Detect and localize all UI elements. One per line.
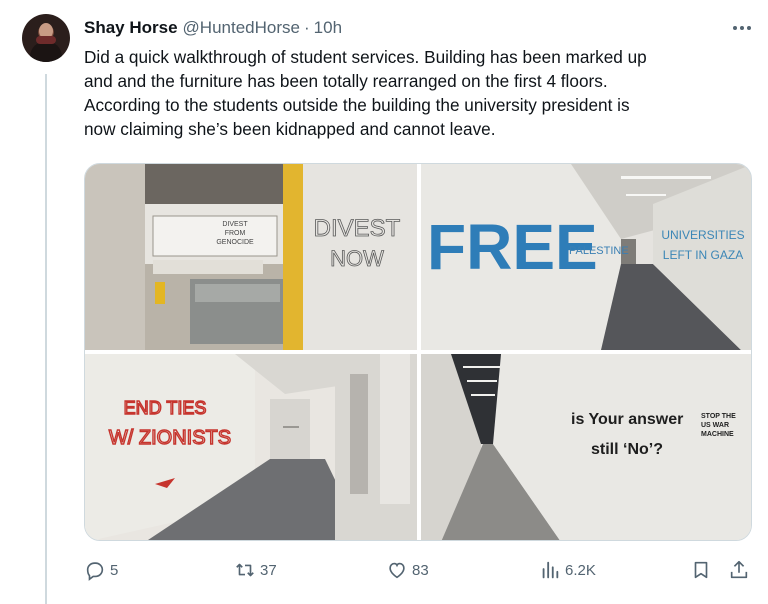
bookmark-icon	[694, 561, 708, 579]
graffiti-universities: UNIVERSITIES	[661, 228, 744, 242]
share-button[interactable]	[728, 556, 754, 584]
retweet-icon	[236, 563, 254, 577]
share-icon	[730, 560, 748, 579]
reply-icon	[86, 562, 104, 581]
stencil-line-2: US WAR	[701, 422, 729, 429]
bookmark-button[interactable]	[690, 556, 716, 584]
photo-divest-now[interactable]: DIVEST NOW DIVEST FROM GENOCIDE	[85, 164, 417, 350]
photo-end-ties[interactable]: END TIES W/ ZIONISTS	[85, 354, 417, 540]
stencil-line-3: MACHINE	[701, 431, 734, 438]
more-icon[interactable]	[730, 18, 754, 38]
tweet-header: Shay Horse @HuntedHorse · 10h	[84, 16, 342, 40]
photo-free-palestine[interactable]: FREE PALESTINE UNIVERSITIES LEFT IN GAZA	[421, 164, 751, 350]
like-icon	[389, 562, 405, 579]
author-handle[interactable]: @HuntedHorse	[183, 18, 300, 38]
tweet-text-line: According to the students outside the bu…	[84, 95, 630, 115]
graffiti-is-your-answer: is Your answer	[571, 411, 683, 428]
separator-dot: ·	[303, 18, 310, 37]
views-icon	[542, 561, 559, 579]
media-grid: DIVEST NOW DIVEST FROM GENOCIDE FREE PAL…	[84, 163, 752, 541]
graffiti-still-no: still ‘No’?	[591, 441, 663, 458]
reply-count: 5	[110, 561, 119, 579]
stencil-line-1: STOP THE	[701, 413, 736, 420]
author-name[interactable]: Shay Horse	[84, 18, 178, 38]
tweet-text-line: Did a quick walkthrough of student servi…	[84, 47, 647, 67]
tweet-text-line: now claiming she’s been kidnapped and ca…	[84, 119, 496, 139]
timestamp[interactable]: 10h	[314, 18, 342, 38]
graffiti-small-3: GENOCIDE	[216, 239, 254, 246]
view-count: 6.2K	[565, 561, 596, 579]
graffiti-end-ties: END TIES	[124, 398, 207, 418]
thread-line	[45, 74, 47, 604]
reply-button[interactable]: 5	[84, 556, 118, 584]
action-bar: 5 37 83 6.2K	[84, 556, 756, 584]
graffiti-small-1: DIVEST	[222, 221, 248, 228]
views-button[interactable]: 6.2K	[539, 556, 596, 584]
retweet-button[interactable]: 37	[234, 556, 277, 584]
photo-is-your-answer[interactable]: is Your answer still ‘No’? STOP THE US W…	[421, 354, 751, 540]
tweet-text-line: and and the furniture has been totally r…	[84, 71, 608, 91]
tweet-text: Did a quick walkthrough of student servi…	[84, 45, 754, 141]
graffiti-now: NOW	[330, 246, 384, 271]
avatar[interactable]	[22, 14, 70, 62]
like-count: 83	[412, 561, 429, 579]
retweet-count: 37	[260, 561, 277, 579]
graffiti-left-in-gaza: LEFT IN GAZA	[663, 248, 743, 262]
graffiti-zionists: W/ ZIONISTS	[109, 427, 231, 449]
graffiti-palestine: PALESTINE	[569, 245, 629, 257]
graffiti-small-2: FROM	[225, 230, 246, 237]
graffiti-divest: DIVEST	[314, 215, 401, 242]
like-button[interactable]: 83	[386, 556, 429, 584]
